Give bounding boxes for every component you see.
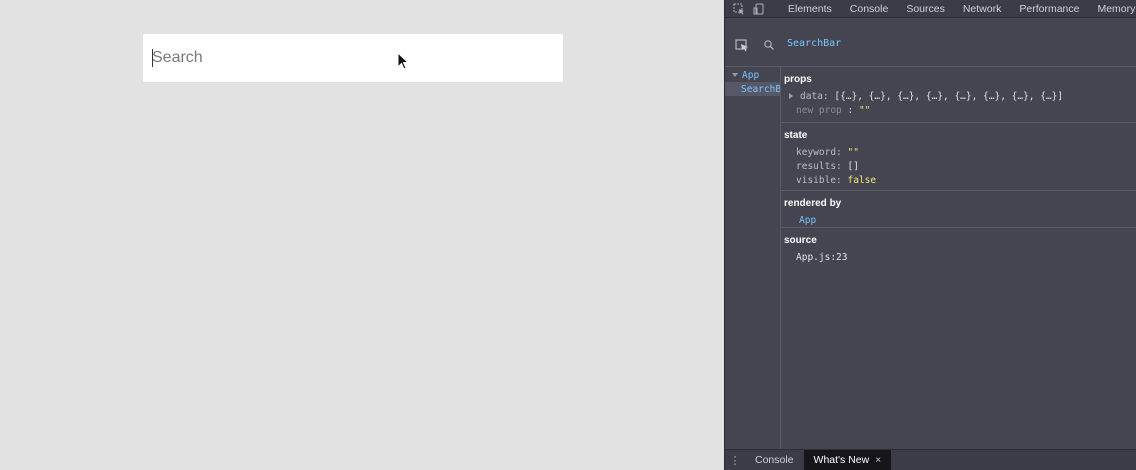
inspect-element-icon[interactable]: [733, 2, 745, 16]
text-caret: [152, 49, 153, 67]
source-location: App.js:23: [796, 252, 848, 263]
state-value[interactable]: false: [848, 175, 877, 186]
component-tree: App SearchBar: [725, 67, 780, 449]
react-devtools-toolbar: SearchBar: [725, 19, 1136, 67]
section-title: state: [784, 130, 808, 141]
source-section: source App.js:23: [781, 228, 1136, 270]
devtools-drawer-tabbar: ⋮ Console What's New ×: [725, 449, 1136, 470]
rendered-by-section: rendered by App: [781, 191, 1136, 228]
prop-row-data[interactable]: data: [{…}, {…}, {…}, {…}, {…}, {…}, {…}…: [784, 90, 1136, 104]
tree-item-label: App: [742, 69, 760, 81]
prop-key: data: [800, 91, 823, 102]
new-prop-key[interactable]: new prop: [796, 105, 842, 116]
state-value: []: [847, 161, 859, 172]
search-input[interactable]: [143, 34, 563, 82]
component-details: props data: [{…}, {…}, {…}, {…}, {…}, {……: [781, 67, 1136, 449]
new-prop-row[interactable]: new prop : "": [784, 104, 1136, 118]
devtools-tabs: Elements Console Sources Network Perform…: [779, 1, 1136, 17]
tree-item-app[interactable]: App: [725, 68, 780, 82]
device-toolbar-icon[interactable]: [753, 2, 765, 16]
mouse-pointer-icon: [397, 52, 409, 70]
tab-sources[interactable]: Sources: [897, 1, 954, 17]
state-value[interactable]: "": [848, 147, 859, 158]
expand-triangle-icon[interactable]: [789, 93, 793, 99]
tree-item-label: SearchBar: [741, 83, 780, 95]
state-row-results[interactable]: results: []: [784, 160, 1136, 174]
prop-value: [{…}, {…}, {…}, {…}, {…}, {…}, {…}, {…}]: [834, 91, 1064, 102]
section-title: source: [784, 235, 817, 246]
rendered-by-link[interactable]: App: [784, 214, 1136, 228]
section-title: props: [784, 74, 812, 85]
devtools-panel: Elements Console Sources Network Perform…: [724, 0, 1136, 470]
section-title: rendered by: [784, 198, 842, 209]
search-icon[interactable]: [763, 39, 775, 51]
page-viewport: [0, 0, 724, 470]
state-row-keyword[interactable]: keyword: "": [784, 146, 1136, 160]
tab-console[interactable]: Console: [841, 1, 898, 17]
state-key: visible: [796, 175, 837, 186]
collapse-triangle-icon[interactable]: [732, 73, 738, 77]
state-row-visible[interactable]: visible: false: [784, 174, 1136, 188]
devtools-tabbar: Elements Console Sources Network Perform…: [725, 0, 1136, 18]
select-component-icon[interactable]: [735, 38, 749, 52]
drawer-tab-whats-new[interactable]: What's New ×: [803, 449, 892, 470]
tab-elements[interactable]: Elements: [779, 1, 841, 17]
drawer-tab-console[interactable]: Console: [745, 450, 804, 470]
tree-item-searchbar[interactable]: SearchBar: [725, 82, 780, 96]
tab-network[interactable]: Network: [954, 1, 1011, 17]
state-key: results: [796, 161, 837, 172]
new-prop-value[interactable]: "": [859, 105, 870, 116]
close-icon[interactable]: ×: [875, 450, 881, 470]
props-section: props data: [{…}, {…}, {…}, {…}, {…}, {……: [781, 67, 1136, 123]
state-key: keyword: [796, 147, 837, 158]
vertical-dots-icon[interactable]: ⋮: [725, 454, 745, 467]
tab-memory[interactable]: Memory: [1088, 1, 1136, 17]
tab-performance[interactable]: Performance: [1010, 1, 1088, 17]
state-section: state keyword: "" results: [] visible: f…: [781, 123, 1136, 191]
drawer-tab-label: What's New: [813, 453, 870, 466]
selected-component-name: SearchBar: [787, 38, 842, 49]
